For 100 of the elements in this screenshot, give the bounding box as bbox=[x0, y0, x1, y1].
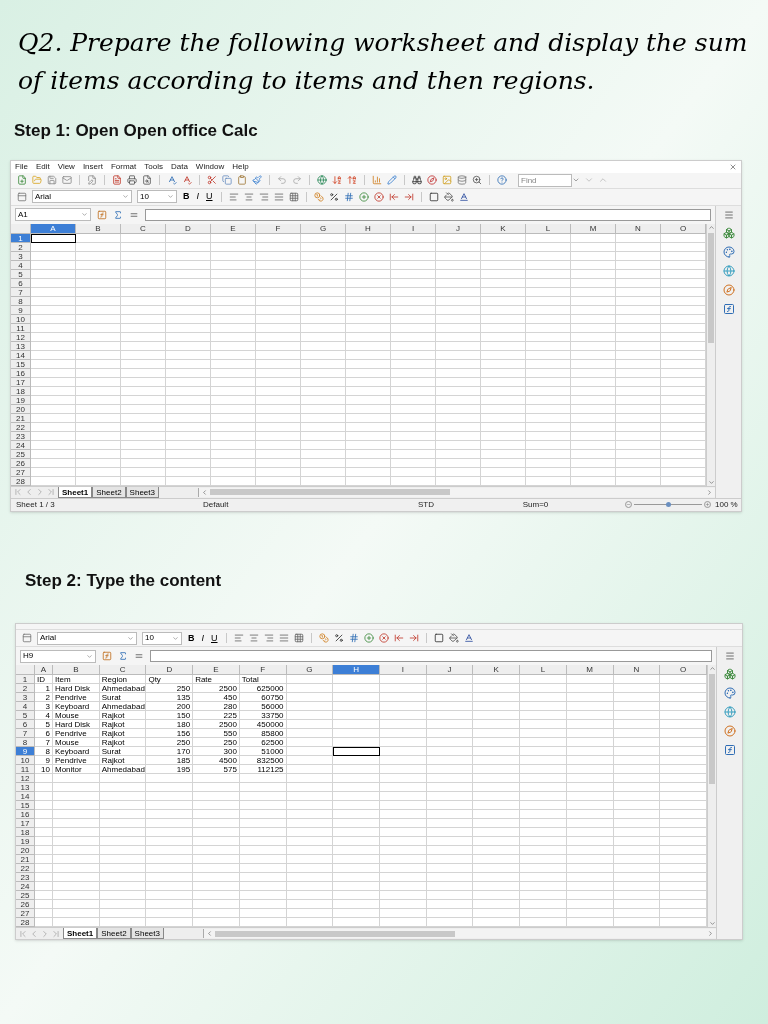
column-header[interactable]: I bbox=[380, 665, 427, 675]
picture-icon[interactable] bbox=[442, 175, 452, 185]
mail-icon[interactable] bbox=[62, 175, 72, 185]
horizontal-scrollbar[interactable] bbox=[198, 487, 715, 497]
column-header[interactable]: H bbox=[346, 223, 391, 234]
name-box[interactable]: A1 bbox=[15, 208, 91, 221]
row-header[interactable]: 3 bbox=[11, 251, 31, 261]
chart-icon[interactable] bbox=[372, 175, 382, 185]
vertical-scrollbar[interactable] bbox=[706, 223, 715, 486]
bold-button[interactable]: B bbox=[187, 633, 196, 643]
previous-sheet-icon[interactable] bbox=[24, 487, 34, 497]
column-header[interactable]: G bbox=[286, 665, 334, 675]
help-icon[interactable] bbox=[497, 175, 507, 185]
row-header[interactable]: 28 bbox=[11, 476, 31, 486]
vertical-scrollbar[interactable] bbox=[707, 665, 716, 927]
formula-input-field[interactable] bbox=[150, 650, 712, 662]
scrollbar-thumb[interactable] bbox=[708, 232, 714, 343]
palette-icon[interactable] bbox=[723, 687, 736, 699]
column-header[interactable]: K bbox=[473, 665, 521, 675]
row-header[interactable]: 18 bbox=[11, 386, 31, 396]
menu-item[interactable]: Tools bbox=[144, 162, 163, 171]
zoom-in-icon[interactable] bbox=[704, 501, 711, 508]
scroll-down-icon[interactable] bbox=[707, 478, 715, 486]
row-header[interactable]: 14 bbox=[11, 350, 31, 360]
justify-icon[interactable] bbox=[273, 191, 284, 202]
row-header[interactable]: 2 bbox=[11, 242, 31, 252]
row-header[interactable]: 3 bbox=[16, 693, 35, 702]
underline-button[interactable]: U bbox=[205, 192, 214, 201]
autospellcheck-icon[interactable] bbox=[182, 175, 192, 185]
scroll-up-icon[interactable] bbox=[708, 665, 716, 672]
borders-icon[interactable] bbox=[433, 633, 444, 643]
row-header[interactable]: 19 bbox=[11, 395, 31, 405]
properties-icon[interactable] bbox=[722, 226, 735, 239]
dropdown-caret-icon[interactable] bbox=[81, 211, 88, 218]
underline-button[interactable]: U bbox=[210, 633, 219, 643]
sheet-tab[interactable]: Sheet3 bbox=[130, 928, 164, 939]
scroll-right-icon[interactable] bbox=[707, 930, 714, 937]
column-header[interactable]: N bbox=[616, 223, 661, 234]
dropdown-caret-icon[interactable] bbox=[127, 634, 134, 642]
menu-item[interactable]: Window bbox=[195, 162, 225, 171]
binoculars-icon[interactable] bbox=[412, 175, 422, 185]
row-header[interactable]: 1 bbox=[16, 675, 35, 684]
row-header[interactable]: 17 bbox=[11, 377, 31, 387]
new-document-icon[interactable] bbox=[17, 175, 27, 185]
column-header[interactable]: E bbox=[193, 665, 240, 675]
undo-icon[interactable] bbox=[277, 175, 287, 185]
row-header[interactable]: 6 bbox=[11, 278, 31, 288]
column-header[interactable]: B bbox=[53, 665, 100, 675]
menu-item[interactable]: View bbox=[57, 162, 75, 171]
column-header[interactable]: J bbox=[436, 223, 481, 234]
column-header[interactable]: N bbox=[613, 665, 661, 675]
number-format-icon[interactable] bbox=[348, 633, 359, 643]
find-previous-icon[interactable] bbox=[598, 175, 608, 185]
align-center-icon[interactable] bbox=[248, 633, 259, 643]
paint-bucket-icon[interactable] bbox=[448, 633, 459, 643]
menu-item[interactable]: Help bbox=[232, 162, 249, 171]
scroll-up-icon[interactable] bbox=[707, 223, 715, 231]
decrease-indent-icon[interactable] bbox=[393, 633, 404, 643]
first-sheet-icon[interactable] bbox=[13, 487, 23, 497]
dropdown-caret-icon[interactable] bbox=[172, 634, 179, 642]
palette-icon[interactable] bbox=[722, 245, 735, 258]
row-header[interactable]: 1 bbox=[11, 233, 31, 243]
row-header[interactable]: 11 bbox=[11, 323, 31, 333]
pencil-icon[interactable] bbox=[387, 175, 397, 185]
italic-button[interactable]: I bbox=[195, 192, 200, 201]
font-size-field[interactable]: 10 bbox=[137, 190, 177, 203]
justify-icon[interactable] bbox=[278, 633, 289, 643]
sum-icon[interactable] bbox=[113, 209, 123, 220]
column-header[interactable]: E bbox=[211, 223, 256, 234]
add-decimal-icon[interactable] bbox=[358, 191, 369, 202]
row-header[interactable]: 10 bbox=[11, 314, 31, 324]
save-icon[interactable] bbox=[47, 175, 57, 185]
font-color-icon[interactable] bbox=[458, 191, 469, 202]
select-all-corner[interactable] bbox=[11, 223, 31, 234]
menu-item[interactable]: Data bbox=[170, 162, 188, 171]
redo-icon[interactable] bbox=[292, 175, 302, 185]
row-header[interactable]: 24 bbox=[11, 440, 31, 450]
italic-button[interactable]: I bbox=[200, 633, 205, 643]
function-wizard-icon[interactable] bbox=[97, 209, 107, 220]
sum-icon[interactable] bbox=[118, 651, 128, 661]
font-color-icon[interactable] bbox=[463, 633, 474, 643]
font-name-field[interactable]: Arial bbox=[32, 190, 132, 203]
last-sheet-icon[interactable] bbox=[51, 928, 61, 939]
dropdown-caret-icon[interactable] bbox=[122, 193, 129, 200]
column-header[interactable]: H bbox=[333, 665, 380, 675]
add-decimal-icon[interactable] bbox=[363, 633, 374, 643]
sheet-tab[interactable]: Sheet3 bbox=[125, 486, 159, 498]
menu-item[interactable]: Insert bbox=[82, 162, 103, 171]
menu-icon[interactable] bbox=[724, 651, 735, 661]
borders-icon[interactable] bbox=[428, 191, 439, 202]
horizontal-scrollbar[interactable] bbox=[203, 929, 716, 938]
dropdown-caret-icon[interactable] bbox=[167, 193, 174, 200]
globe-icon[interactable] bbox=[722, 264, 735, 277]
column-header[interactable]: O bbox=[660, 665, 707, 675]
scissors-icon[interactable] bbox=[207, 175, 217, 185]
percent-icon[interactable] bbox=[333, 633, 344, 643]
currency-icon[interactable] bbox=[318, 633, 329, 643]
zoom-icon[interactable] bbox=[472, 175, 482, 185]
number-format-icon[interactable] bbox=[343, 191, 354, 202]
column-header[interactable]: J bbox=[426, 665, 474, 675]
